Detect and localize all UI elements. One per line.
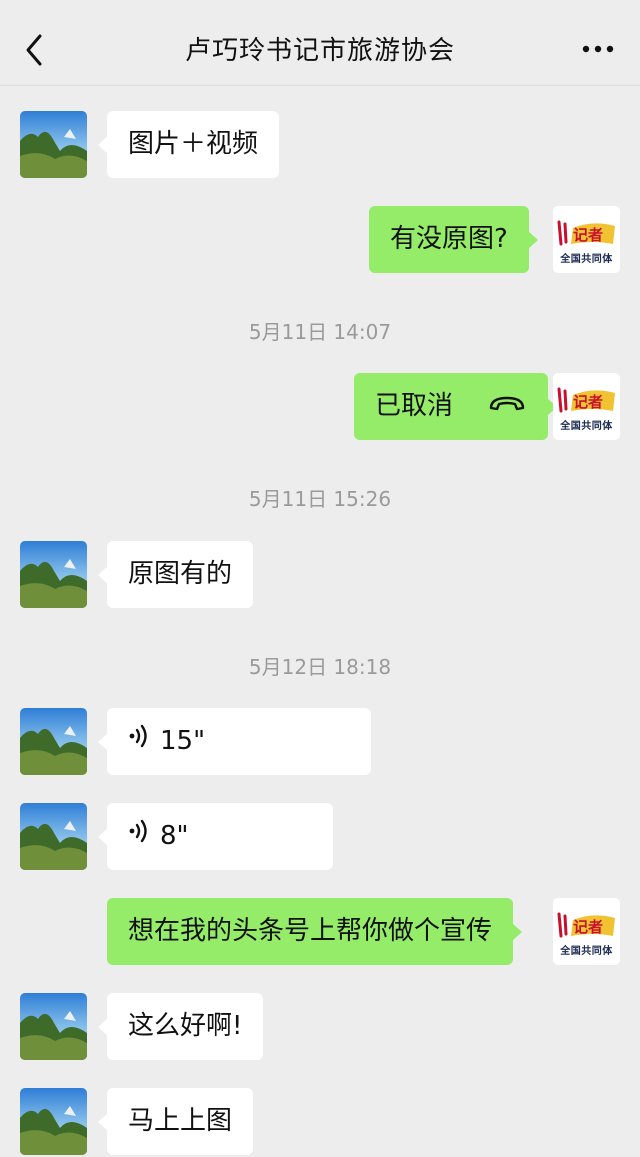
phone-hangup-icon bbox=[487, 373, 527, 440]
message-bubble-incoming[interactable]: 图片＋视频 bbox=[97, 111, 280, 178]
landscape-photo-avatar bbox=[20, 541, 87, 608]
landscape-photo-avatar bbox=[20, 803, 87, 870]
landscape-photo-avatar bbox=[20, 1088, 87, 1155]
landscape-photo-avatar bbox=[20, 708, 87, 775]
landscape-photo-avatar bbox=[20, 993, 87, 1060]
voice-icon bbox=[128, 803, 150, 870]
contact-avatar[interactable] bbox=[20, 803, 87, 870]
logo-label: 全国共同体 bbox=[560, 254, 613, 265]
timestamp: 5月12日 18:18 bbox=[248, 655, 392, 679]
timestamp: 5月11日 14:07 bbox=[248, 320, 392, 344]
self-avatar[interactable]: 记者 全国共同体 bbox=[553, 206, 620, 273]
more-button[interactable] bbox=[578, 34, 618, 64]
voice-icon bbox=[128, 708, 150, 775]
message-bubble-incoming[interactable]: 这么好啊! bbox=[97, 993, 264, 1060]
contact-avatar[interactable] bbox=[20, 111, 87, 178]
newspaper-reporter-logo: 记者 bbox=[557, 220, 615, 246]
voice-duration: 8" bbox=[160, 821, 189, 851]
chat-header: 卢巧玲书记市旅游协会 bbox=[0, 0, 640, 86]
call-record-bubble[interactable]: 已取消 bbox=[354, 373, 558, 440]
contact-avatar[interactable] bbox=[20, 541, 87, 608]
call-status-label: 已取消 bbox=[375, 391, 454, 421]
svg-text:记者: 记者 bbox=[573, 226, 603, 244]
newspaper-reporter-logo: 记者 bbox=[557, 387, 615, 413]
self-avatar[interactable]: 记者 全国共同体 bbox=[553, 373, 620, 440]
message-bubble-outgoing[interactable]: 有没原图? bbox=[369, 206, 538, 273]
voice-message-bubble[interactable]: 8" bbox=[98, 803, 333, 870]
svg-text:记者: 记者 bbox=[573, 918, 603, 936]
chat-title: 卢巧玲书记市旅游协会 bbox=[184, 36, 455, 66]
message-bubble-outgoing[interactable]: 想在我的头条号上帮你做个宣传 bbox=[107, 898, 523, 965]
landscape-photo-avatar bbox=[20, 111, 87, 178]
ellipsis-icon bbox=[582, 45, 614, 53]
contact-avatar[interactable] bbox=[20, 1088, 87, 1155]
contact-avatar[interactable] bbox=[20, 708, 87, 775]
voice-duration: 15" bbox=[160, 726, 206, 756]
svg-text:记者: 记者 bbox=[573, 393, 603, 411]
logo-label: 全国共同体 bbox=[560, 421, 613, 432]
self-avatar[interactable]: 记者 全国共同体 bbox=[553, 898, 620, 965]
message-bubble-incoming[interactable]: 原图有的 bbox=[97, 541, 254, 608]
logo-label: 全国共同体 bbox=[560, 946, 613, 957]
message-bubble-incoming[interactable]: 马上上图 bbox=[97, 1088, 254, 1155]
newspaper-reporter-logo: 记者 bbox=[557, 912, 615, 938]
voice-message-bubble[interactable]: 15" bbox=[98, 708, 371, 775]
contact-avatar[interactable] bbox=[20, 993, 87, 1060]
timestamp: 5月11日 15:26 bbox=[248, 487, 392, 511]
